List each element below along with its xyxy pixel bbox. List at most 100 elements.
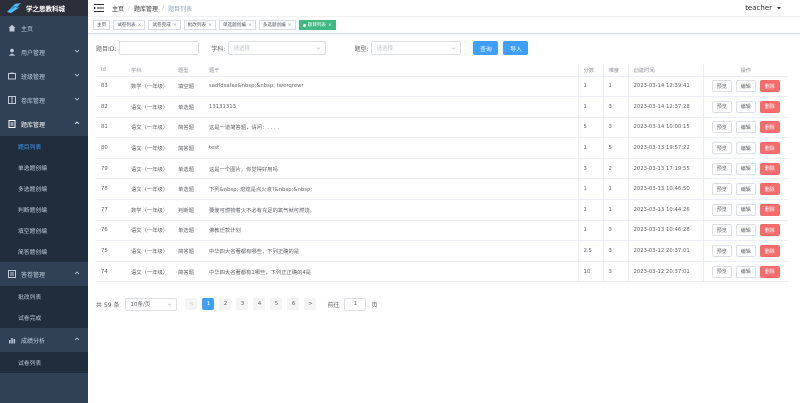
submenu-item[interactable]: 试卷完成 <box>0 307 88 328</box>
sidebar-item-4[interactable]: 题库管理 <box>0 112 88 136</box>
sidebar-item-2[interactable]: 班级管理 <box>0 64 88 88</box>
preview-button[interactable]: 预览 <box>711 162 732 175</box>
sidebar-item-answer[interactable]: 答卷管理 <box>0 262 88 286</box>
edit-button[interactable]: 编辑 <box>735 245 756 258</box>
submenu-item[interactable]: 多选题创编 <box>0 178 88 199</box>
cell-actions: 预览 编辑 删除 <box>702 261 788 283</box>
delete-button[interactable]: 删除 <box>759 121 780 134</box>
table-row: 78 语文（一年级） 单选题 下列&nbsp; 熄熄是点火液?&nbsp;&nbsp;… <box>96 178 788 201</box>
breadcrumb-home[interactable]: 主页 <box>112 4 124 13</box>
import-button[interactable]: 导入 <box>503 41 529 55</box>
cell-id: 80 <box>96 137 126 159</box>
close-icon[interactable]: × <box>288 23 292 28</box>
page-number-button[interactable]: 6 <box>287 298 300 310</box>
page-number-button[interactable]: 5 <box>270 298 283 310</box>
tag-item[interactable]: 批改列表 × <box>183 20 216 30</box>
submenu-item[interactable]: 题目列表 <box>0 136 88 157</box>
page-number-button[interactable]: 2 <box>219 298 232 310</box>
submenu-item[interactable]: 试卷列表 <box>0 352 88 373</box>
submenu-item[interactable]: 批改列表 <box>0 286 88 307</box>
edit-button[interactable]: 编辑 <box>735 100 756 113</box>
delete-button[interactable]: 删除 <box>759 142 780 155</box>
table-row: 77 数学（一年级） 判断题 要使可燃物着火不必有充足的氧气就可燃烧。 1 1 2023-0… <box>96 199 788 221</box>
answer-submenu: 批改列表 试卷完成 <box>0 286 88 328</box>
tag-item[interactable]: 试卷列表 × <box>113 20 146 30</box>
delete-button[interactable]: 删除 <box>759 203 780 216</box>
sidebar-item-0[interactable]: 主页 <box>0 16 88 40</box>
cell-score: 1 <box>577 220 603 242</box>
preview-button[interactable]: 预览 <box>711 183 732 196</box>
cell-id: 78 <box>96 178 126 201</box>
cell-score: 1 <box>577 178 603 201</box>
submenu-item[interactable]: 简答题创编 <box>0 241 88 262</box>
edit-button[interactable]: 编辑 <box>735 224 756 237</box>
edit-button[interactable]: 编辑 <box>735 142 756 155</box>
submenu-item[interactable]: 判断题创编 <box>0 199 88 220</box>
cell-difficulty: 1 <box>602 178 628 201</box>
edit-button[interactable]: 编辑 <box>735 121 756 134</box>
submenu-item[interactable]: 填空题创编 <box>0 220 88 241</box>
cell-subject: 数学（一年级） <box>126 199 173 221</box>
edit-button[interactable]: 编辑 <box>735 162 756 175</box>
submenu-item[interactable]: 单选题创编 <box>0 157 88 178</box>
tag-item[interactable]: 单选题创编 × <box>218 20 256 30</box>
delete-button[interactable]: 删除 <box>759 80 780 93</box>
col-difficulty: 难度 <box>602 64 628 77</box>
edit-button[interactable]: 编辑 <box>735 80 756 93</box>
col-subject: 学科 <box>126 64 173 77</box>
preview-button[interactable]: 预览 <box>711 245 732 258</box>
hamburger-icon[interactable] <box>94 4 104 12</box>
prev-page-button[interactable]: < <box>185 298 198 310</box>
delete-button[interactable]: 删除 <box>759 265 780 278</box>
page-size-select[interactable]: 10条/页 <box>125 297 178 311</box>
cell-id: 82 <box>96 96 126 118</box>
tag-item[interactable]: 主页 <box>93 20 111 30</box>
preview-button[interactable]: 预览 <box>711 121 732 134</box>
type-select[interactable]: 请选择 <box>371 41 462 55</box>
cell-score: 5 <box>577 117 603 139</box>
close-icon[interactable]: × <box>173 23 177 28</box>
edit-button[interactable]: 编辑 <box>735 203 756 216</box>
preview-button[interactable]: 预览 <box>711 100 732 113</box>
cell-subject: 数学（一年级） <box>126 76 173 98</box>
tag-item[interactable]: 试卷完成 × <box>148 20 181 30</box>
subject-select[interactable]: 请选择 <box>228 41 327 55</box>
preview-button[interactable]: 预览 <box>711 203 732 216</box>
delete-button[interactable]: 删除 <box>759 245 780 258</box>
close-icon[interactable]: × <box>328 23 332 28</box>
preview-button[interactable]: 预览 <box>711 80 732 93</box>
close-icon[interactable]: × <box>208 23 212 28</box>
tag-item[interactable]: 多选题创编 × <box>258 20 296 30</box>
page-number-button[interactable]: 1 <box>202 298 215 310</box>
tag-item[interactable]: 题目列表 × <box>298 20 336 30</box>
next-page-button[interactable]: > <box>304 298 317 310</box>
user-menu[interactable]: teacher <box>745 4 782 12</box>
goto-page-input[interactable]: 1 <box>344 297 367 311</box>
close-icon[interactable]: × <box>248 23 252 28</box>
breadcrumb-library[interactable]: 题库管理 <box>134 4 158 13</box>
page-number-button[interactable]: 3 <box>236 298 249 310</box>
cell-created: 2023-03-13 17:19:55 <box>627 158 703 180</box>
delete-button[interactable]: 删除 <box>759 100 780 113</box>
cell-stem: test <box>204 137 578 159</box>
preview-button[interactable]: 预览 <box>711 265 732 278</box>
sidebar-item-stat[interactable]: 成绩分析 <box>0 328 88 352</box>
page-number-button[interactable]: 4 <box>253 298 266 310</box>
question-table: Id 学科 题型 题干 分数 难度 创建时间 操作 83 数学（一年级） 填空题 sa… <box>96 64 788 283</box>
preview-button[interactable]: 预览 <box>711 142 732 155</box>
chevron-down-icon <box>452 46 456 50</box>
cell-score: 2.5 <box>577 240 603 262</box>
chevron-up-icon <box>74 271 80 275</box>
delete-button[interactable]: 删除 <box>759 162 780 175</box>
preview-button[interactable]: 预览 <box>711 224 732 237</box>
query-button[interactable]: 查询 <box>473 41 499 55</box>
close-icon[interactable]: × <box>138 23 142 28</box>
delete-button[interactable]: 删除 <box>759 224 780 237</box>
delete-button[interactable]: 删除 <box>759 183 780 196</box>
sidebar-item-3[interactable]: 卷库管理 <box>0 88 88 112</box>
edit-button[interactable]: 编辑 <box>735 183 756 196</box>
edit-button[interactable]: 编辑 <box>735 265 756 278</box>
question-id-input[interactable] <box>119 41 200 55</box>
sidebar-item-1[interactable]: 用户管理 <box>0 40 88 64</box>
logo[interactable]: 学之思教科城 <box>0 0 88 16</box>
